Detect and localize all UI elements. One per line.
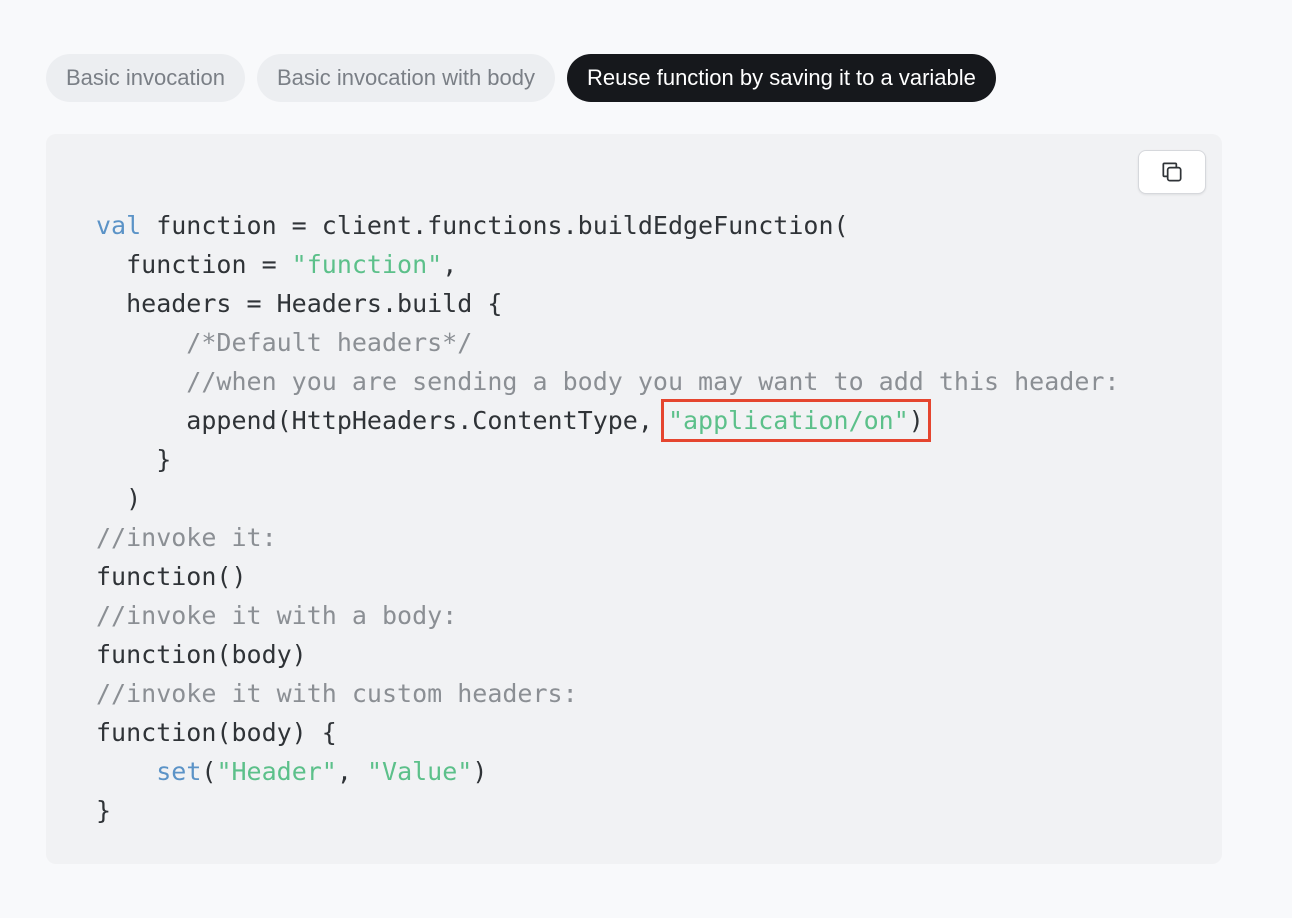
copy-button[interactable] — [1138, 150, 1206, 194]
code-comment: //when you are sending a body you may wa… — [96, 367, 1120, 396]
tab-basic-invocation[interactable]: Basic invocation — [46, 54, 245, 102]
code-line-15: set("Header", "Value") — [156, 757, 488, 786]
code-panel: val function = client.functions.buildEdg… — [46, 134, 1222, 864]
tab-reuse-function[interactable]: Reuse function by saving it to a variabl… — [567, 54, 996, 102]
code-line-1: val function = client.functions.buildEdg… — [96, 211, 849, 240]
code-line-7: } — [96, 445, 172, 474]
keyword-set: set — [156, 757, 202, 786]
code-comment: //invoke it with custom headers: — [96, 679, 578, 708]
copy-icon — [1162, 162, 1182, 182]
content-type-value: "application/on" — [667, 406, 909, 435]
code-line-3: headers = Headers.build { — [96, 289, 503, 318]
keyword-val: val — [96, 211, 142, 240]
tab-basic-invocation-with-body[interactable]: Basic invocation with body — [256, 54, 556, 102]
code-comment: //invoke it: — [96, 523, 277, 552]
code-line-2: function = "function", — [96, 250, 458, 279]
tab-bar: Basic invocation Basic invocation with b… — [46, 54, 996, 102]
code-line-10: function() — [96, 562, 247, 591]
code-line-8: ) — [96, 484, 142, 513]
code-comment: //invoke it with a body: — [96, 601, 458, 630]
code-line-6: append(HttpHeaders.ContentType, "applica… — [96, 399, 931, 442]
code-line-12: function(body) — [96, 640, 307, 669]
code-line-14: function(body) { — [96, 718, 337, 747]
code-block: val function = client.functions.buildEdg… — [96, 206, 1120, 830]
highlight-box: "application/on") — [660, 399, 931, 442]
code-line-16: } — [96, 796, 112, 825]
code-comment: /*Default headers*/ — [96, 328, 473, 357]
